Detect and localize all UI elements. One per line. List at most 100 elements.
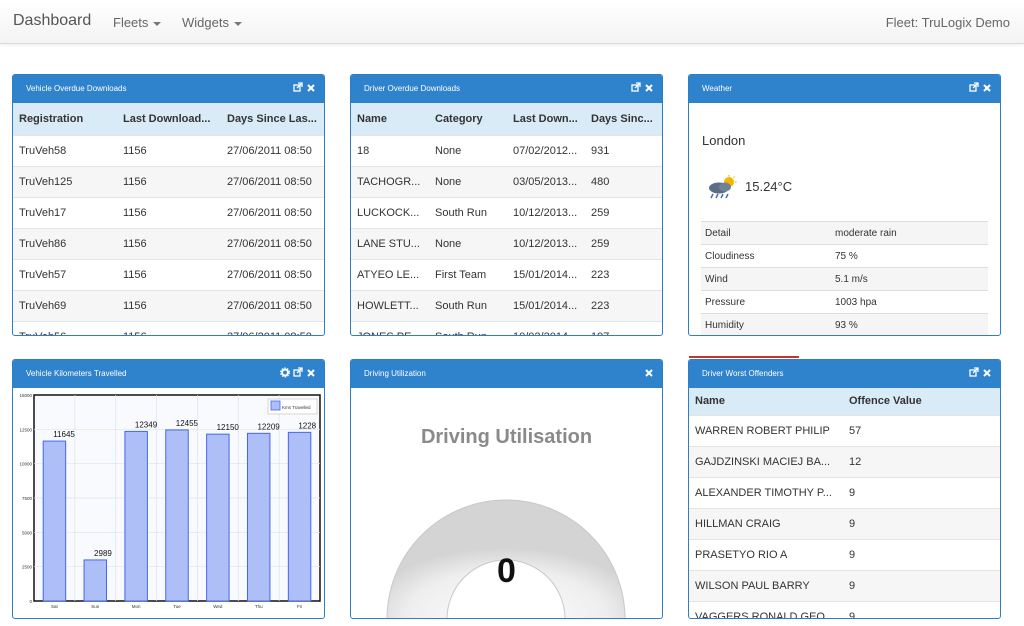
table-row[interactable]: LANE STU... None 10/12/2013... 259 [351,227,662,259]
table-row: Cloudiness 75 % [701,244,988,268]
widgets-menu[interactable]: Widgets [182,15,242,30]
table-row[interactable]: HILLMAN CRAIG 9 [689,507,1000,539]
table-cell: ATYEO LE... [351,258,429,290]
table-row[interactable]: TruVeh69 1156 27/06/2011 08:50 [13,289,324,321]
weather-value: moderate rain [831,221,988,245]
widgets-menu-label: Widgets [182,15,229,30]
close-icon[interactable] [644,367,654,378]
panel-body: Name Offence Value WARREN ROBERT PHILIP 5… [689,388,1000,618]
table-cell: 12 [843,445,1000,477]
table-row[interactable]: VAGGERS RONALD GEO... 9 [689,600,1000,618]
table-row[interactable]: LUCKOCK... South Run 10/12/2013... 259 [351,196,662,228]
data-label: 12349 [135,420,158,429]
close-icon[interactable] [982,82,992,93]
popout-icon[interactable] [293,82,303,93]
column-header[interactable]: Offence Value [843,388,1000,415]
navbar: Dashboard Fleets Widgets Fleet: TruLogix… [0,0,1024,44]
table-cell: 10/12/2013... [507,196,585,228]
legend: Kms Travelled [267,398,318,415]
column-header[interactable]: Registration [13,103,117,135]
table-row[interactable]: WARREN ROBERT PHILIP 57 [689,414,1000,446]
table-row[interactable]: TACHOGR... None 03/05/2013... 480 [351,165,662,197]
column-header[interactable]: Days Since Las... [221,103,324,135]
bar-fri[interactable] [287,431,312,602]
driver-overdue-table: Name Category Last Down... Days Sinc... … [351,103,662,335]
table-row[interactable]: HOWLETT... South Run 15/01/2014... 223 [351,289,662,321]
table-row[interactable]: PRASETYO RIO A9 [689,538,1000,570]
table-cell: TruVeh58 [13,134,117,166]
x-tick-label: Thu [255,604,263,609]
column-header[interactable]: Category [429,103,507,135]
table-cell: TruVeh57 [13,258,117,290]
table-row[interactable]: 18 None 07/02/2012... 931 [351,134,662,166]
table-row: Wind 5.1 m/s [701,267,988,291]
table-cell: VAGGERS RONALD GEO... [689,600,843,618]
table-cell: 1156 [117,134,221,166]
bar-thu[interactable] [246,432,271,602]
panel-header: Driver Overdue Downloads [351,75,662,103]
table-cell: 223 [585,258,662,290]
panel-body: Registration Last Download... Days Since… [13,103,324,335]
rain-cloud-icon [709,175,737,199]
x-tick-label: Fri [297,604,302,609]
offenders-table: Name Offence Value WARREN ROBERT PHILIP 5… [689,388,1000,618]
panel-title: Driver Overdue Downloads [364,84,461,93]
bar-tue[interactable] [165,429,189,602]
table-row: Humidity 93 % [701,313,988,335]
weather-label: Detail [701,221,831,245]
table-row[interactable]: ATYEO LE... First Team 15/01/2014... 223 [351,258,662,290]
column-header[interactable]: Last Down... [507,103,585,135]
close-icon[interactable] [306,367,316,378]
data-label: 1228 [298,421,316,430]
table-row[interactable]: JONES PE...South Run10/02/2014...197 [351,320,662,335]
table-cell: 197 [585,320,662,335]
bar-mon[interactable] [124,430,148,602]
table-cell: 1156 [117,165,221,197]
fleets-menu-label: Fleets [113,15,149,30]
weather-panel: Weather London 15.24°C Detail moderate ra… [688,74,1001,336]
table-row[interactable]: TruVeh17 1156 27/06/2011 08:50 [13,196,324,228]
table-cell: 10/02/2014... [507,320,585,335]
table-row[interactable]: TruVeh58 1156 27/06/2011 08:50 [13,134,324,166]
column-header[interactable]: Name [689,388,843,415]
bar-sat[interactable] [42,440,67,602]
table-cell: 9 [843,507,1000,539]
panel-body: Name Category Last Down... Days Sinc... … [351,103,662,335]
y-tick-label: 2500 [22,565,33,570]
column-header[interactable]: Last Download... [117,103,221,135]
table-row[interactable]: WILSON PAUL BARRY 9 [689,569,1000,601]
panel-body: Driving Utilisation 0 0 100 [351,388,662,618]
table-row[interactable]: GAJDZINSKI MACIEJ BA... 12 [689,445,1000,477]
table-row: Pressure 1003 hpa [701,290,988,314]
column-header[interactable]: Name [351,103,429,135]
x-tick-label: Sat [51,604,59,609]
brand-link[interactable]: Dashboard [13,12,91,30]
panel-title: Driving Utilization [364,369,426,378]
column-header[interactable]: Days Sinc... [585,103,662,135]
table-cell: 1156 [117,289,221,321]
table-cell: None [429,134,507,166]
close-icon[interactable] [644,82,654,93]
table-row[interactable]: TruVeh57 1156 27/06/2011 08:50 [13,258,324,290]
vehicle-overdue-table: Registration Last Download... Days Since… [13,103,324,335]
table-cell: JONES PE... [351,320,429,335]
panel-title: Weather [702,84,733,93]
table-row[interactable]: ALEXANDER TIMOTHY P... 9 [689,476,1000,508]
table-header-row: Registration Last Download... Days Since… [13,103,324,135]
caret-down-icon [233,21,242,26]
table-row[interactable]: TruVeh56115627/06/2011 08:50 [13,320,324,335]
y-tick-label: 5000 [22,530,33,535]
fleets-menu[interactable]: Fleets [113,15,162,30]
popout-icon[interactable] [293,367,303,378]
bar-wed[interactable] [206,433,230,602]
bar-sun[interactable] [83,559,108,602]
popout-icon[interactable] [631,82,641,93]
gear-icon[interactable] [280,367,290,378]
table-row[interactable]: TruVeh125 1156 27/06/2011 08:50 [13,165,324,197]
popout-icon[interactable] [969,82,979,93]
close-icon[interactable] [306,82,316,93]
popout-icon[interactable] [969,367,979,378]
close-icon[interactable] [982,367,992,378]
table-row[interactable]: TruVeh86 1156 27/06/2011 08:50 [13,227,324,259]
table-cell: WARREN ROBERT PHILIP [689,414,843,446]
